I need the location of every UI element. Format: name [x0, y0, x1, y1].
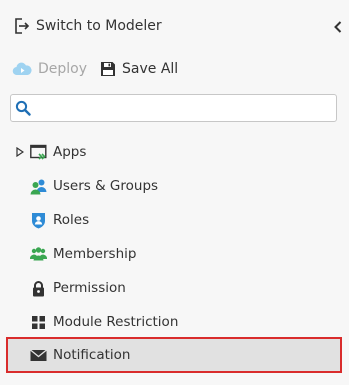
tree-item-roles[interactable]: Roles: [8, 204, 340, 236]
tree-item-label: Module Restriction: [53, 314, 179, 330]
chevron-left-icon[interactable]: [333, 20, 343, 34]
tree-item-label: Roles: [53, 212, 90, 228]
tree-item-label: Permission: [53, 280, 126, 296]
switch-to-modeler-label: Switch to Modeler: [36, 18, 162, 34]
envelope-icon: [30, 349, 47, 361]
apps-icon: [30, 144, 47, 160]
search-input[interactable]: [35, 97, 329, 119]
tree-item-users-groups[interactable]: Users & Groups: [8, 170, 340, 202]
tree-item-module-restriction[interactable]: Module Restriction: [8, 306, 340, 338]
module-grid-icon: [32, 316, 45, 329]
tree-item-label: Membership: [53, 246, 137, 262]
membership-icon: [30, 247, 47, 261]
save-all-button[interactable]: Save All: [100, 59, 178, 79]
switch-modeler-icon: [15, 18, 30, 34]
deploy-button[interactable]: Deploy: [12, 59, 87, 79]
tree-item-membership[interactable]: Membership: [8, 238, 340, 270]
roles-shield-icon: [32, 213, 45, 229]
search-box[interactable]: [10, 94, 337, 122]
tree-item-label: Notification: [53, 347, 131, 363]
save-all-label: Save All: [122, 61, 179, 77]
deploy-label: Deploy: [38, 61, 88, 77]
toolbar: Deploy Save All: [0, 55, 349, 83]
save-icon: [101, 62, 115, 76]
expand-triangle-icon[interactable]: [16, 147, 24, 157]
tree-item-notification[interactable]: Notification: [6, 337, 342, 373]
search-icon: [15, 100, 31, 116]
tree-item-label: Users & Groups: [53, 178, 159, 194]
tree-item-label: Apps: [53, 144, 87, 160]
tree-item-permission[interactable]: Permission: [8, 272, 340, 304]
switch-to-modeler-button[interactable]: Switch to Modeler: [0, 10, 349, 44]
admin-navigation-panel: Switch to Modeler Deploy Save All Apps U…: [0, 0, 349, 385]
lock-icon: [33, 281, 44, 297]
cloud-deploy-icon: [12, 62, 32, 76]
tree-item-apps[interactable]: Apps: [8, 136, 340, 168]
users-groups-icon: [30, 179, 47, 195]
